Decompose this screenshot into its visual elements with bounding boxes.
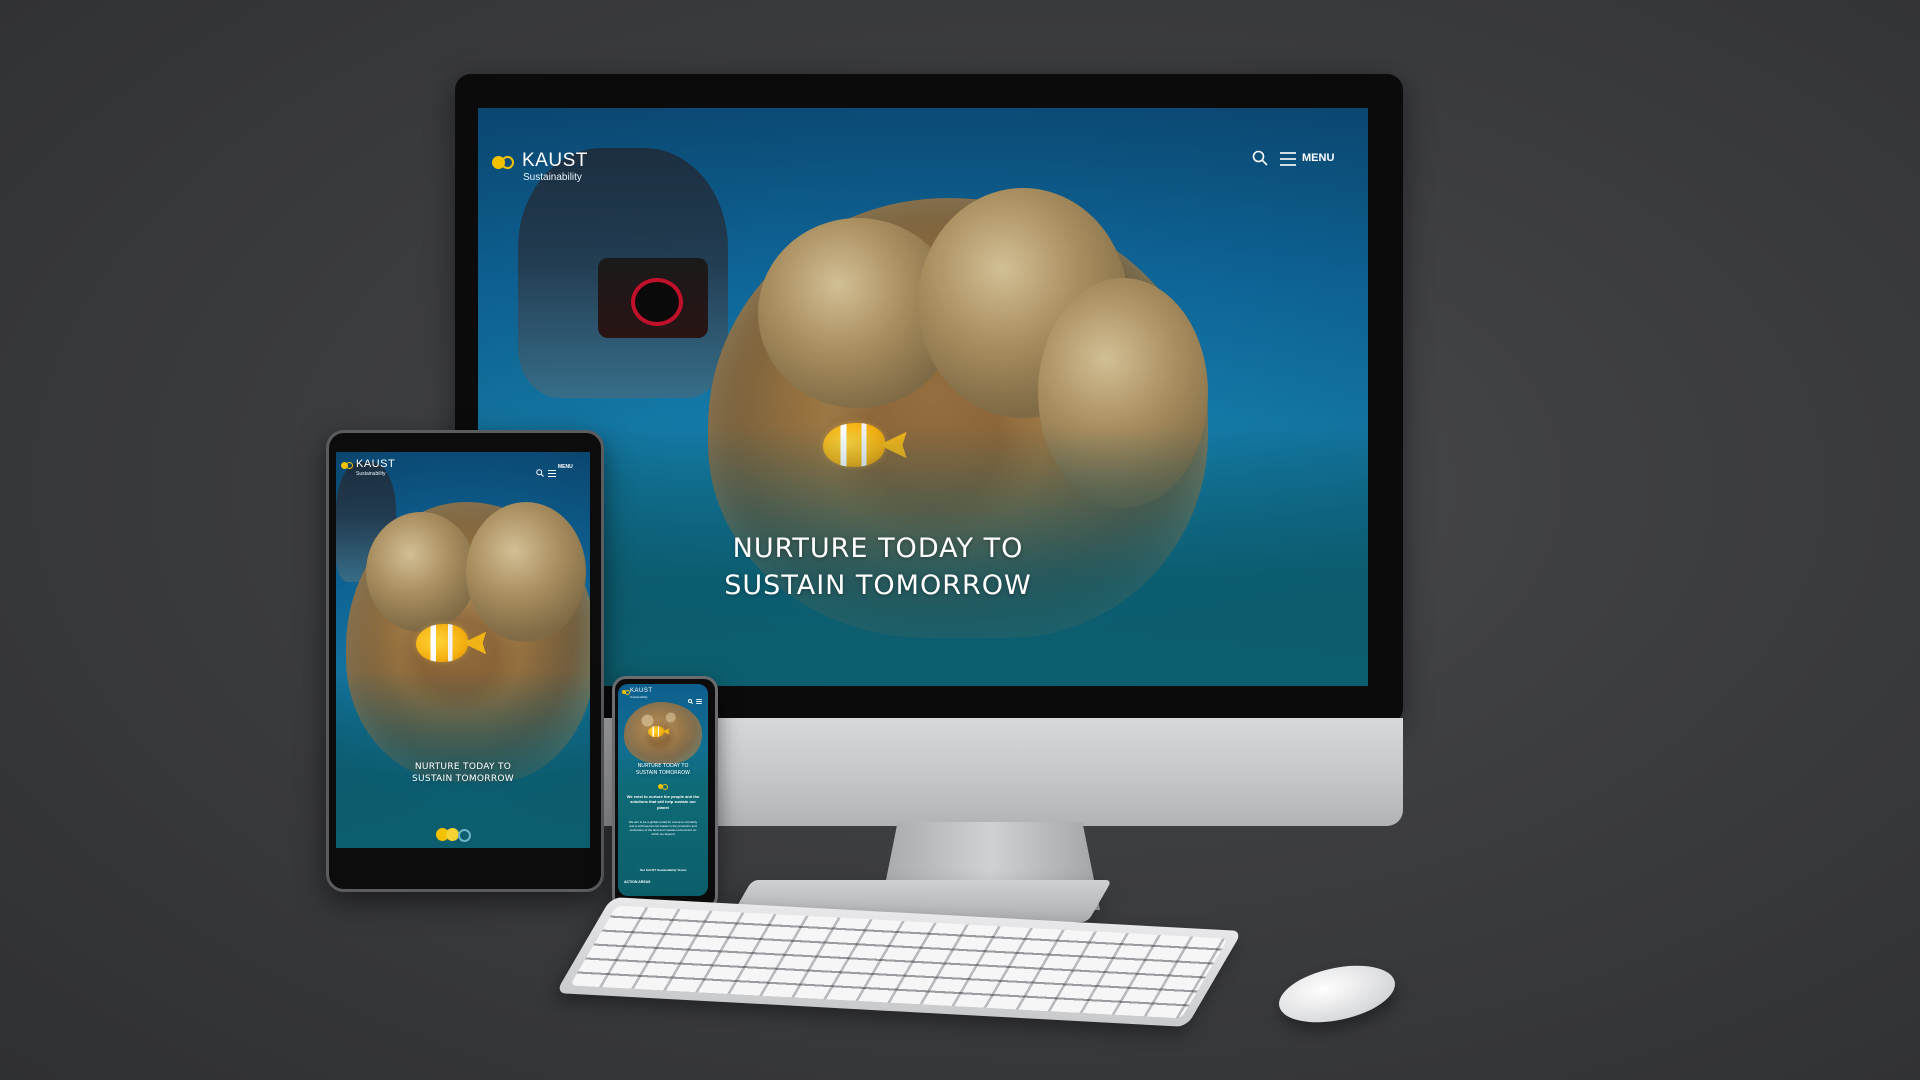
brand-name[interactable]: KAUST: [356, 458, 395, 470]
hero-fade: [336, 669, 590, 848]
hamburger-menu-icon[interactable]: [548, 464, 556, 477]
ipad-hero-screen: KAUST Sustainability MENU NURTURE TODAY …: [336, 452, 590, 848]
menu-button[interactable]: MENU: [558, 464, 573, 470]
keyboard: [555, 897, 1243, 1027]
diver-camera: [598, 258, 708, 338]
hero-title-line2: SUSTAIN TOMORROW: [412, 774, 514, 784]
hamburger-menu-icon[interactable]: [1280, 152, 1296, 166]
menu-button[interactable]: MENU: [1302, 152, 1334, 164]
phone-body-text: We aim to be a global model for resource…: [628, 820, 698, 837]
hero-title-line1: NURTURE TODAY TO: [414, 762, 512, 772]
phone-vision-link[interactable]: Our KAUST Sustainability Vision: [624, 868, 702, 872]
brand-name[interactable]: KAUST: [630, 688, 653, 694]
clownfish: [416, 624, 468, 662]
search-icon[interactable]: [1252, 150, 1268, 166]
brand-subtitle: Sustainability: [630, 695, 648, 699]
kaust-logo-icon[interactable]: [492, 156, 518, 172]
device-mockup-scene: KAUST Sustainability MENU NURTURE TODAY …: [0, 0, 1920, 1080]
coral-lobe: [466, 502, 586, 642]
hero-title-line2: SUSTAIN TOMORROW: [636, 770, 690, 776]
search-icon[interactable]: [536, 464, 544, 477]
clownfish: [648, 726, 664, 737]
phone-intro-text: We exist to nurture the people and the s…: [626, 794, 700, 810]
coral-lobe: [366, 512, 476, 632]
keyboard-keys: [569, 905, 1229, 1019]
brand-subtitle: Sustainability: [523, 172, 582, 183]
search-icon[interactable]: [688, 691, 694, 705]
brand-subtitle: Sustainability: [356, 471, 386, 477]
phone-section-heading: ACTION AREAS: [624, 880, 651, 884]
kaust-logo-icon[interactable]: [341, 462, 355, 471]
mouse: [1273, 956, 1401, 1032]
hero-title-line1: NURTURE TODAY TO: [637, 763, 689, 769]
iphone-screen: KAUST Sustainability NURTURE TODAY TO SU…: [618, 684, 708, 896]
brand-name[interactable]: KAUST: [522, 150, 588, 172]
hero-title-line1: NURTURE TODAY TO: [732, 533, 1024, 564]
imac-hero-screen: KAUST Sustainability MENU NURTURE TODAY …: [478, 108, 1368, 686]
pager-dots-icon[interactable]: [436, 828, 476, 842]
hamburger-menu-icon[interactable]: [696, 691, 702, 705]
kaust-logo-icon: [658, 784, 668, 790]
hero-title-line2: SUSTAIN TOMORROW: [724, 570, 1032, 601]
kaust-logo-icon[interactable]: [622, 690, 630, 695]
